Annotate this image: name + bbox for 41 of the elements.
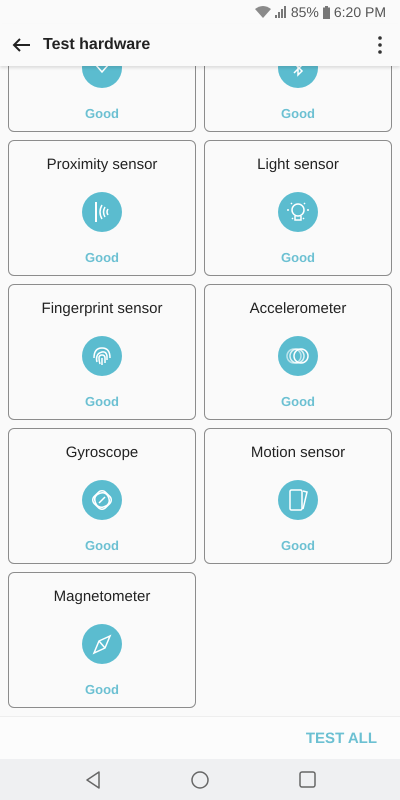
back-nav-icon[interactable] [84, 770, 100, 788]
sensor-name: Fingerprint sensor [42, 300, 162, 318]
battery-icon [322, 6, 330, 18]
sensor-name: Proximity sensor [46, 156, 158, 174]
status-text: Good [85, 538, 119, 553]
back-button[interactable] [12, 37, 32, 53]
status-text: Good [281, 106, 315, 121]
overlapping-circles-icon [278, 336, 318, 376]
status-text: Good [85, 106, 119, 121]
more-options-button[interactable] [378, 36, 382, 54]
recents-nav-icon[interactable] [298, 771, 316, 788]
status-text: Good [281, 250, 315, 265]
proximity-icon [82, 192, 122, 232]
sensor-name: Gyroscope [66, 444, 138, 462]
fingerprint-icon [82, 336, 122, 376]
sensor-card[interactable]: Light sensor Good [204, 140, 392, 276]
sensor-name: Motion sensor [250, 444, 346, 462]
sensor-name: Accelerometer [250, 300, 346, 318]
sensor-card[interactable]: Magnetometer Good [8, 572, 196, 708]
battery-percent: 85% [290, 4, 319, 20]
status-text: Good [281, 538, 315, 553]
sensor-card[interactable]: Accelerometer Good [204, 284, 392, 420]
screen-title: Test hardware [43, 36, 152, 54]
sensor-card[interactable]: Gyroscope Good [8, 428, 196, 564]
wifi-icon [254, 6, 271, 18]
signal-icon [274, 6, 287, 18]
sensor-name: Light sensor [257, 156, 339, 174]
status-text: Good [281, 394, 315, 409]
phones-icon [278, 480, 318, 520]
sensor-card[interactable]: Fingerprint sensor Good [8, 284, 196, 420]
sensor-card[interactable]: Motion sensor Good [204, 428, 392, 564]
compass-needle-icon [82, 624, 122, 664]
status-text: Good [85, 394, 119, 409]
home-nav-icon[interactable] [190, 770, 208, 788]
sensor-card[interactable]: Proximity sensor Good [8, 140, 196, 276]
status-text: Good [85, 250, 119, 265]
clock: 6:20 PM [334, 4, 386, 20]
status-text: Good [85, 682, 119, 697]
gyroscope-icon [82, 480, 122, 520]
light-bulb-icon [278, 192, 318, 232]
sensor-name: Magnetometer [54, 588, 150, 606]
